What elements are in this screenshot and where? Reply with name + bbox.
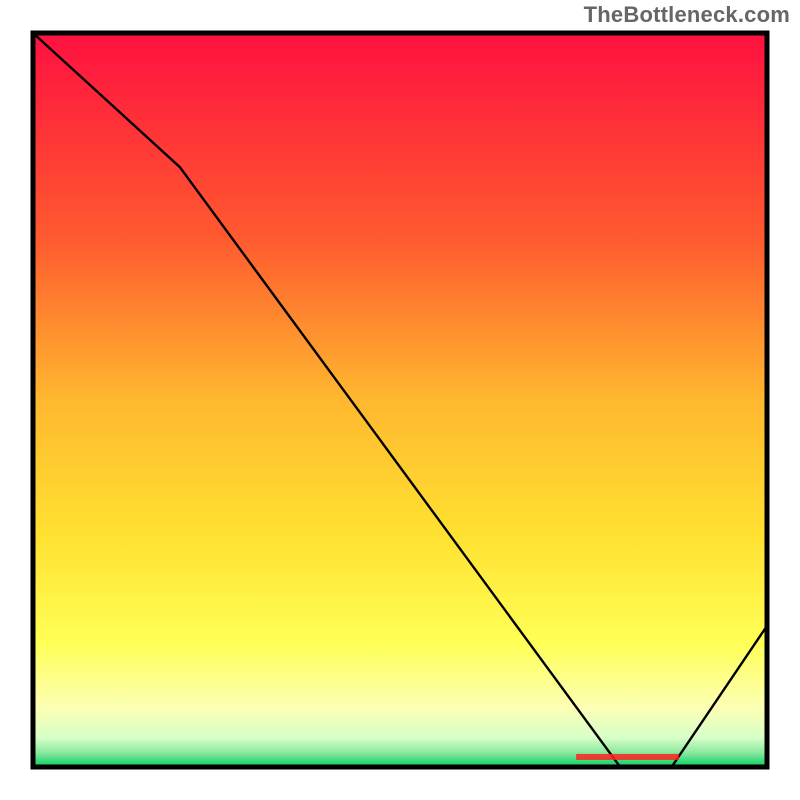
watermark-text: TheBottleneck.com: [584, 2, 790, 28]
page-root: TheBottleneck.com: [0, 0, 800, 800]
chart-svg: [28, 28, 772, 772]
chart-container: [28, 28, 772, 772]
annotation-strip: [576, 754, 679, 760]
plot-background: [33, 33, 767, 767]
